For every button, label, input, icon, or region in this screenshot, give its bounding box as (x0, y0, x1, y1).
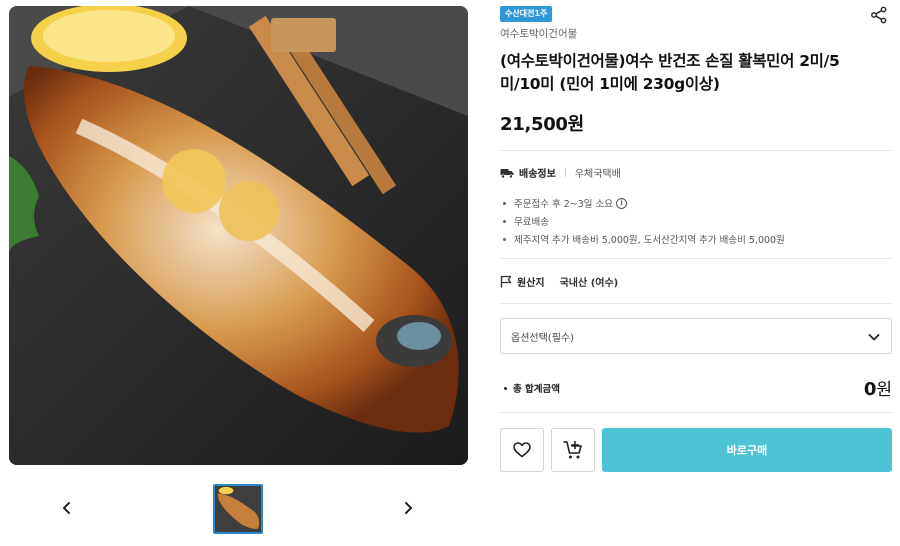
product-title: (여수토박이건어물)여수 반건조 손질 활복민어 2미/5미/10미 (민어 1… (500, 52, 840, 93)
truck-icon (500, 168, 514, 179)
chevron-right-icon (405, 502, 412, 514)
total-amount: 0원 (864, 375, 892, 400)
heart-icon (513, 442, 531, 458)
bullet (503, 201, 506, 205)
bullet (503, 219, 506, 223)
shipping-note: 주문접수 후 2~3일 소요 (514, 199, 614, 210)
chevron-left-icon (63, 502, 70, 514)
chevron-down-icon (868, 334, 880, 341)
total-label-text: 총 합계금액 (513, 384, 561, 395)
info-icon[interactable]: i (616, 197, 628, 209)
shipping-notes: 주문접수 후 2~3일 소요 i 무료배송 제주지역 추가 배송비 5,000원… (500, 194, 785, 248)
buy-now-button[interactable]: 바로구매 (602, 428, 892, 472)
origin-info-row: 원산지 국내산 (여수) (500, 274, 618, 289)
bullet (503, 237, 506, 241)
total-label: 총 합계금액 (504, 381, 560, 395)
next-image-button[interactable] (394, 494, 422, 522)
list-item: 주문접수 후 2~3일 소요 i (500, 194, 785, 212)
product-price: 21,500원 (500, 114, 584, 135)
bullet (504, 386, 507, 390)
prev-image-button[interactable] (53, 494, 81, 522)
thumbnail-navigation (0, 480, 470, 540)
action-buttons: 바로구매 (500, 428, 892, 472)
shipping-note: 제주지역 추가 배송비 5,000원, 도서산간지역 추가 배송비 5,000원 (514, 235, 785, 246)
share-icon (871, 6, 887, 24)
divider (500, 412, 892, 413)
thumbnail-image[interactable] (213, 484, 263, 534)
list-item: 무료배송 (500, 212, 785, 230)
divider (500, 258, 892, 259)
origin-label: 원산지 (517, 278, 545, 289)
flag-icon (500, 275, 512, 288)
seller-name[interactable]: 여수토박이건어물 (500, 26, 577, 41)
shipping-carrier: 우체국택배 (574, 169, 621, 180)
option-select-placeholder: 옵션선택(필수) (511, 332, 575, 344)
add-to-cart-button[interactable] (551, 428, 595, 472)
shipping-info-row: 배송정보 우체국택배 (500, 165, 621, 180)
wishlist-button[interactable] (500, 428, 544, 472)
shipping-label: 배송정보 (519, 169, 556, 180)
divider (500, 150, 892, 151)
share-button[interactable] (870, 6, 890, 26)
total-price-row: 총 합계금액 0원 (500, 372, 892, 402)
cart-add-icon (563, 441, 582, 459)
product-main-image (9, 6, 468, 465)
total-amount-unit: 원 (876, 380, 892, 400)
divider (564, 168, 566, 177)
option-select[interactable]: 옵션선택(필수) (500, 318, 892, 354)
origin-value: 국내산 (여수) (559, 278, 619, 289)
total-amount-value: 0 (863, 379, 877, 400)
promo-badge: 수산대전1주 (500, 6, 553, 22)
divider (500, 303, 892, 304)
list-item: 제주지역 추가 배송비 5,000원, 도서산간지역 추가 배송비 5,000원 (500, 230, 785, 248)
shipping-note: 무료배송 (514, 217, 549, 228)
